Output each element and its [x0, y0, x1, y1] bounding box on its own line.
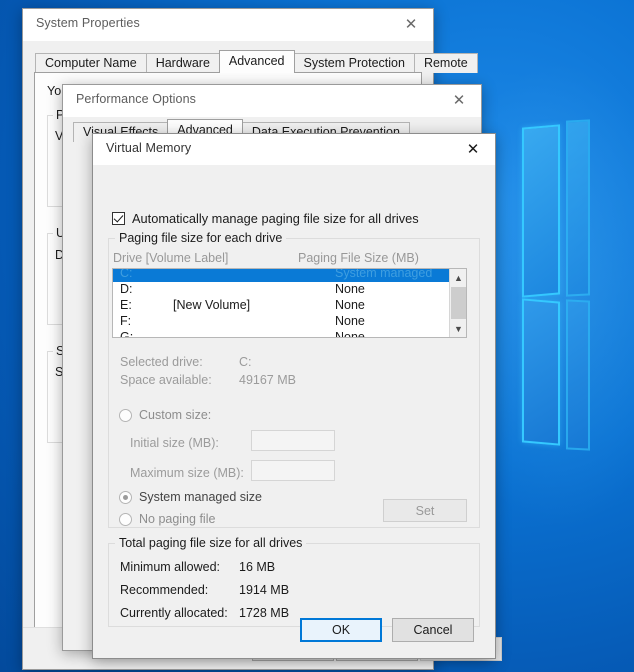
wallpaper-pane-bottom-right [566, 299, 590, 451]
performance-options-titlebar: Performance Options ✕ [63, 85, 481, 117]
table-row[interactable]: F: None [113, 314, 466, 330]
drive-paging-size: None [335, 298, 365, 312]
tab-system-protection[interactable]: System Protection [293, 53, 415, 73]
virtual-memory-ok-button[interactable]: OK [300, 618, 382, 642]
wallpaper-pane-top-right [566, 119, 590, 297]
chevron-down-icon[interactable]: ▼ [450, 320, 466, 337]
scrollbar-thumb[interactable] [451, 287, 466, 319]
table-row[interactable]: G: None [113, 330, 466, 338]
maximum-size-label: Maximum size (MB): [130, 466, 244, 480]
selected-drive-value: C: [239, 355, 252, 369]
table-row[interactable]: D: None [113, 282, 466, 298]
system-properties-titlebar: System Properties ✕ [23, 9, 433, 41]
auto-manage-paging-label: Automatically manage paging file size fo… [132, 211, 419, 226]
drive-letter: G: [120, 330, 134, 338]
column-header-drive: Drive [Volume Label] [113, 251, 229, 265]
drive-list[interactable]: C: System managed D: None E: [New Volume… [112, 268, 467, 338]
checkbox-icon[interactable] [112, 212, 125, 225]
drive-letter: E: [120, 298, 132, 312]
selected-drive-label: Selected drive: [120, 355, 203, 369]
space-available-label: Space available: [120, 373, 212, 387]
virtual-memory-body: Automatically manage paging file size fo… [93, 165, 495, 658]
drive-letter: F: [120, 314, 132, 328]
column-header-paging-file-size: Paging File Size (MB) [298, 251, 419, 265]
set-button: Set [383, 499, 467, 522]
drive-volume: [New Volume] [173, 298, 251, 312]
recommended-value: 1914 MB [239, 583, 290, 597]
radio-icon[interactable] [119, 490, 132, 504]
total-paging-file-size-group-label: Total paging file size for all drives [115, 536, 307, 550]
chevron-up-icon[interactable]: ▲ [450, 269, 466, 286]
close-icon[interactable]: ✕ [451, 134, 495, 164]
drive-letter: C: [120, 268, 133, 280]
custom-size-radio-row[interactable]: Custom size: [119, 408, 211, 422]
auto-manage-paging-checkbox-row[interactable]: Automatically manage paging file size fo… [112, 211, 419, 226]
virtual-memory-cancel-button[interactable]: Cancel [392, 618, 474, 642]
currently-allocated-value: 1728 MB [239, 606, 290, 620]
wallpaper-pane-bottom-left [522, 298, 560, 446]
tab-remote[interactable]: Remote [413, 53, 478, 73]
minimum-allowed-label: Minimum allowed: [120, 560, 221, 574]
system-properties-title: System Properties [36, 16, 140, 30]
paging-file-size-group-label: Paging file size for each drive [115, 231, 287, 245]
no-paging-file-radio-row[interactable]: No paging file [119, 512, 215, 526]
recommended-label: Recommended: [120, 583, 209, 597]
wallpaper-pane-top-left [522, 124, 560, 298]
minimum-allowed-value: 16 MB [239, 560, 276, 574]
drive-paging-size: None [335, 330, 365, 338]
radio-icon[interactable] [119, 512, 132, 526]
radio-icon[interactable] [119, 408, 132, 422]
virtual-memory-title: Virtual Memory [106, 141, 192, 155]
performance-options-title: Performance Options [76, 92, 197, 106]
system-properties-tabs: Computer Name Hardware Advanced System P… [35, 50, 478, 73]
drive-paging-size: None [335, 314, 365, 328]
drive-paging-size: None [335, 282, 365, 296]
virtual-memory-titlebar: Virtual Memory ✕ [93, 134, 495, 166]
drive-letter: D: [120, 282, 133, 296]
currently-allocated-label: Currently allocated: [120, 606, 228, 620]
initial-size-input[interactable] [251, 430, 335, 451]
close-icon[interactable]: ✕ [389, 9, 433, 39]
maximum-size-input[interactable] [251, 460, 335, 481]
admin-notice-text: Yo [47, 84, 62, 98]
space-available-value: 49167 MB [239, 373, 296, 387]
no-paging-file-label: No paging file [139, 512, 216, 526]
tab-advanced[interactable]: Advanced [218, 50, 295, 73]
tab-hardware[interactable]: Hardware [145, 53, 220, 73]
table-row[interactable]: E: [New Volume] None [113, 298, 466, 314]
table-row[interactable]: C: System managed [113, 268, 466, 282]
initial-size-label: Initial size (MB): [130, 436, 219, 450]
tab-computer-name[interactable]: Computer Name [35, 53, 147, 73]
system-managed-size-radio-row[interactable]: System managed size [119, 490, 262, 504]
custom-size-label: Custom size: [139, 408, 212, 422]
system-managed-size-label: System managed size [139, 490, 262, 504]
virtual-memory-window: Virtual Memory ✕ Automatically manage pa… [92, 133, 496, 659]
drive-paging-size: System managed [335, 268, 433, 280]
drive-list-scrollbar[interactable]: ▲ ▼ [449, 269, 466, 337]
close-icon[interactable]: ✕ [437, 85, 481, 115]
